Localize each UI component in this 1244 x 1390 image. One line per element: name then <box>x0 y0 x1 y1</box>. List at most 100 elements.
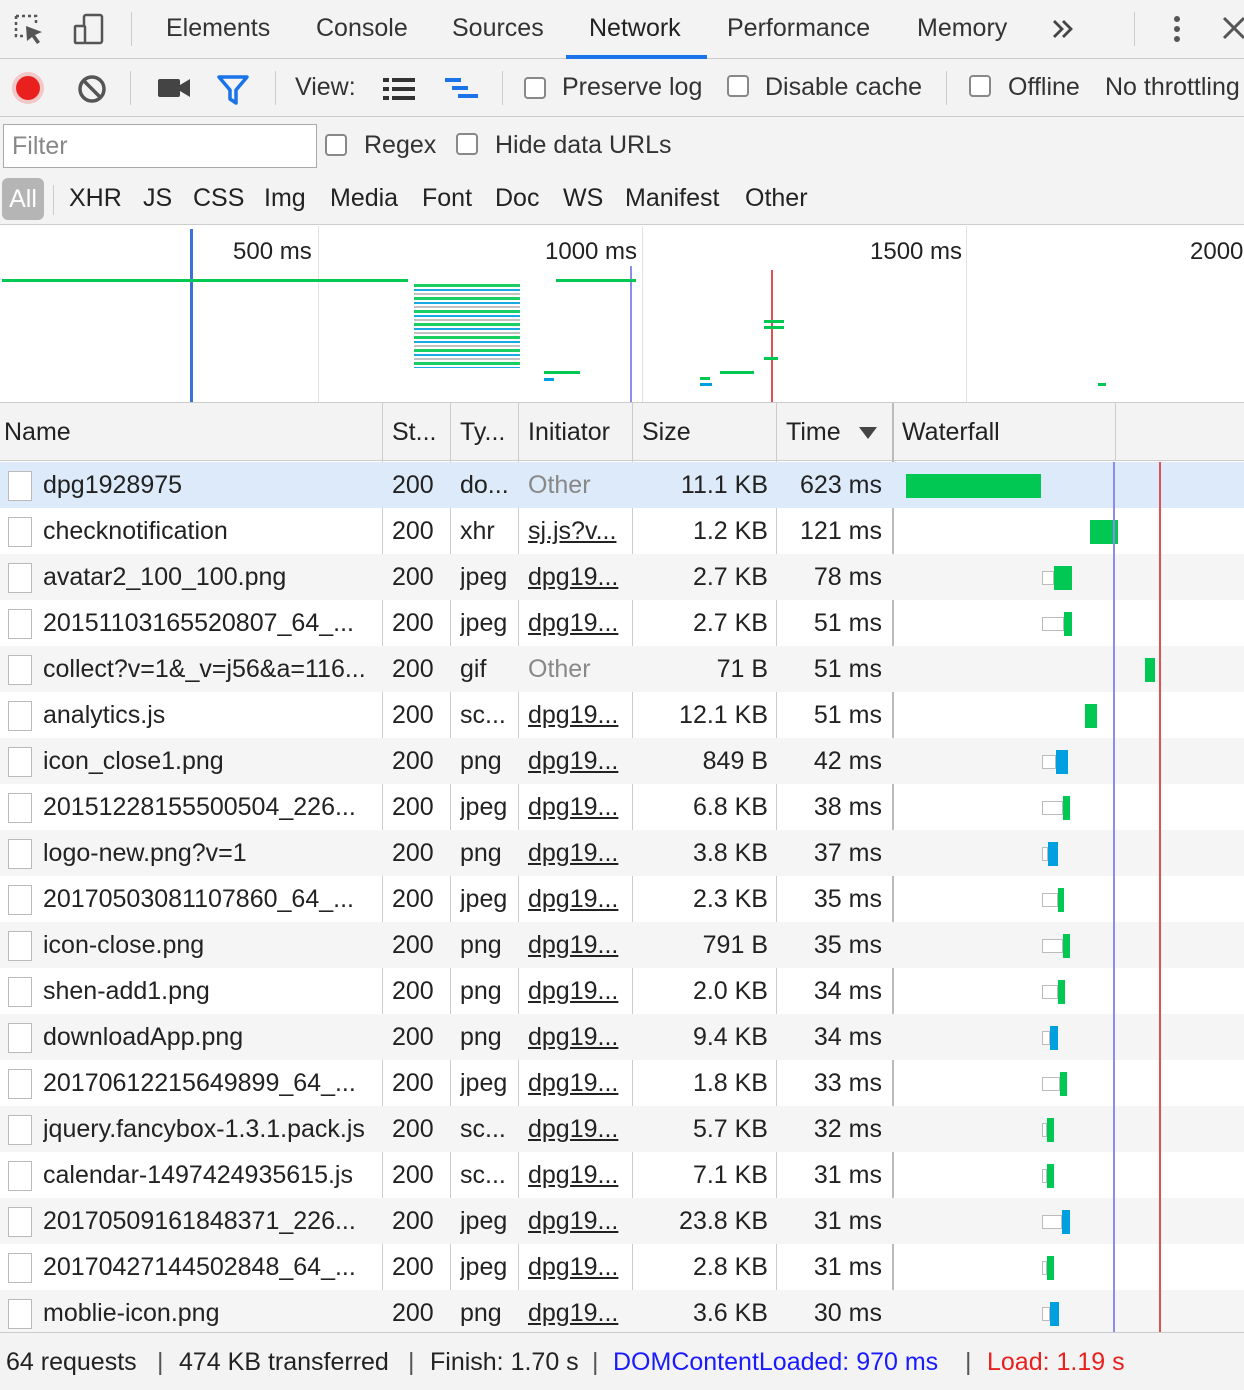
close-icon[interactable] <box>1218 12 1244 46</box>
type-filter-ws[interactable]: WS <box>563 184 603 213</box>
request-initiator[interactable]: dpg19... <box>528 1152 630 1198</box>
overview-waterfall-icon[interactable] <box>444 76 480 104</box>
request-row[interactable]: 20151103165520807_64_... 200 jpeg dpg19... 2… <box>0 600 1244 646</box>
overview-bar <box>700 377 710 380</box>
request-initiator[interactable]: dpg19... <box>528 554 630 600</box>
request-name[interactable]: analytics.js <box>43 692 379 738</box>
request-name[interactable]: jquery.fancybox-1.3.1.pack.js <box>43 1106 379 1152</box>
request-row[interactable]: 20170612215649899_64_... 200 jpeg dpg19... 1… <box>0 1060 1244 1106</box>
large-rows-icon[interactable] <box>382 76 416 102</box>
type-filter-media[interactable]: Media <box>330 184 398 213</box>
request-initiator[interactable]: dpg19... <box>528 1244 630 1290</box>
request-row[interactable]: 20170509161848371_226... 200 jpeg dpg19... 2… <box>0 1198 1244 1244</box>
tab-sources[interactable]: Sources <box>452 14 544 43</box>
request-initiator[interactable]: dpg19... <box>528 1060 630 1106</box>
request-name[interactable]: 20170509161848371_226... <box>43 1198 379 1244</box>
request-initiator[interactable]: dpg19... <box>528 876 630 922</box>
request-name[interactable]: 20151228155500504_226... <box>43 784 379 830</box>
type-filter-other[interactable]: Other <box>745 184 808 213</box>
request-row[interactable]: jquery.fancybox-1.3.1.pack.js 200 sc... dpg… <box>0 1106 1244 1152</box>
clear-icon[interactable] <box>76 73 108 105</box>
request-row[interactable]: avatar2_100_100.png 200 jpeg dpg19... 2.7 KB… <box>0 554 1244 600</box>
column-header-waterfall[interactable]: Waterfall <box>898 403 1114 461</box>
request-row[interactable]: calendar-1497424935615.js 200 sc... dpg19..… <box>0 1152 1244 1198</box>
request-row[interactable]: dpg1928975 200 do... Other 11.1 KB 623 ms <box>0 462 1244 508</box>
request-initiator[interactable]: dpg19... <box>528 1106 630 1152</box>
request-initiator[interactable]: dpg19... <box>528 784 630 830</box>
type-filter-js[interactable]: JS <box>143 184 172 213</box>
request-name[interactable]: shen-add1.png <box>43 968 379 1014</box>
type-filter-font[interactable]: Font <box>422 184 472 213</box>
request-row[interactable]: icon-close.png 200 png dpg19... 791 B 35 ms <box>0 922 1244 968</box>
column-header-status[interactable]: St... <box>388 403 450 461</box>
request-initiator[interactable]: dpg19... <box>528 1014 630 1060</box>
request-initiator[interactable]: dpg19... <box>528 968 630 1014</box>
request-name[interactable]: icon_close1.png <box>43 738 379 784</box>
request-row[interactable]: shen-add1.png 200 png dpg19... 2.0 KB 34 ms <box>0 968 1244 1014</box>
request-name[interactable]: dpg1928975 <box>43 462 379 508</box>
request-initiator[interactable]: dpg19... <box>528 830 630 876</box>
request-initiator[interactable]: dpg19... <box>528 600 630 646</box>
request-name[interactable]: checknotification <box>43 508 379 554</box>
request-name[interactable]: avatar2_100_100.png <box>43 554 379 600</box>
waterfall-bar <box>1058 980 1065 1004</box>
type-filter-css[interactable]: CSS <box>193 184 244 213</box>
request-initiator[interactable]: dpg19... <box>528 692 630 738</box>
tab-network[interactable]: Network <box>589 14 681 43</box>
type-filter-manifest[interactable]: Manifest <box>625 184 719 213</box>
device-toolbar-icon[interactable] <box>72 12 106 46</box>
tab-performance[interactable]: Performance <box>727 14 870 43</box>
request-initiator[interactable]: dpg19... <box>528 1198 630 1244</box>
tab-memory[interactable]: Memory <box>917 14 1007 43</box>
request-name[interactable]: 20170427144502848_64_... <box>43 1244 379 1290</box>
request-name[interactable]: logo-new.png?v=1 <box>43 830 379 876</box>
request-name[interactable]: collect?v=1&_v=j56&a=116... <box>43 646 379 692</box>
column-header-initiator[interactable]: Initiator <box>524 403 632 461</box>
record-icon[interactable] <box>10 70 46 106</box>
request-row[interactable]: analytics.js 200 sc... dpg19... 12.1 KB 51 ms <box>0 692 1244 738</box>
request-name[interactable]: calendar-1497424935615.js <box>43 1152 379 1198</box>
request-initiator[interactable]: dpg19... <box>528 738 630 784</box>
preserve-log-checkbox[interactable] <box>524 77 546 99</box>
video-camera-icon[interactable] <box>156 75 192 101</box>
kebab-menu-icon[interactable] <box>1160 12 1194 46</box>
inspect-element-icon[interactable] <box>12 12 46 46</box>
column-header-type[interactable]: Ty... <box>456 403 518 461</box>
request-row[interactable]: collect?v=1&_v=j56&a=116... 200 gif Other 71… <box>0 646 1244 692</box>
type-filter-img[interactable]: Img <box>264 184 306 213</box>
request-row[interactable]: 20170503081107860_64_... 200 jpeg dpg19... 2… <box>0 876 1244 922</box>
type-filter-xhr[interactable]: XHR <box>69 184 122 213</box>
network-overview-timeline[interactable]: 500 ms 1000 ms 1500 ms 2000 <box>0 226 1244 403</box>
request-row[interactable]: 20151228155500504_226... 200 jpeg dpg19... 6… <box>0 784 1244 830</box>
request-row[interactable]: downloadApp.png 200 png dpg19... 9.4 KB 34 ms <box>0 1014 1244 1060</box>
filter-icon[interactable] <box>216 74 250 106</box>
request-initiator[interactable]: sj.js?v... <box>528 508 630 554</box>
type-filter-doc[interactable]: Doc <box>495 184 539 213</box>
request-row[interactable]: icon_close1.png 200 png dpg19... 849 B 42 ms <box>0 738 1244 784</box>
request-name[interactable]: 20170503081107860_64_... <box>43 876 379 922</box>
request-initiator[interactable]: dpg19... <box>528 922 630 968</box>
request-row[interactable]: logo-new.png?v=1 200 png dpg19... 3.8 KB 37 m… <box>0 830 1244 876</box>
request-name[interactable]: moblie-icon.png <box>43 1290 379 1332</box>
request-name[interactable]: 20170612215649899_64_... <box>43 1060 379 1106</box>
disable-cache-checkbox[interactable] <box>727 75 749 97</box>
tab-elements[interactable]: Elements <box>166 14 270 43</box>
request-initiator[interactable]: dpg19... <box>528 1290 630 1332</box>
request-name[interactable]: icon-close.png <box>43 922 379 968</box>
request-row[interactable]: 20170427144502848_64_... 200 jpeg dpg19... 2… <box>0 1244 1244 1290</box>
tab-console[interactable]: Console <box>316 14 408 43</box>
column-header-size[interactable]: Size <box>638 403 776 461</box>
type-filter-all[interactable]: All <box>2 178 44 220</box>
throttling-select[interactable]: No throttling <box>1105 73 1240 102</box>
regex-checkbox[interactable] <box>325 134 347 156</box>
request-name[interactable]: downloadApp.png <box>43 1014 379 1060</box>
hide-data-urls-checkbox[interactable] <box>456 133 478 155</box>
column-header-name[interactable]: Name <box>0 403 382 461</box>
separator: | <box>408 1348 415 1376</box>
offline-checkbox[interactable] <box>969 75 991 97</box>
request-row[interactable]: moblie-icon.png 200 png dpg19... 3.6 KB 30 ms <box>0 1290 1244 1332</box>
request-name[interactable]: 20151103165520807_64_... <box>43 600 379 646</box>
request-row[interactable]: checknotification 200 xhr sj.js?v... 1.2 KB 1… <box>0 508 1244 554</box>
chevron-double-right-icon[interactable] <box>1046 12 1080 46</box>
filter-input[interactable] <box>3 124 317 168</box>
